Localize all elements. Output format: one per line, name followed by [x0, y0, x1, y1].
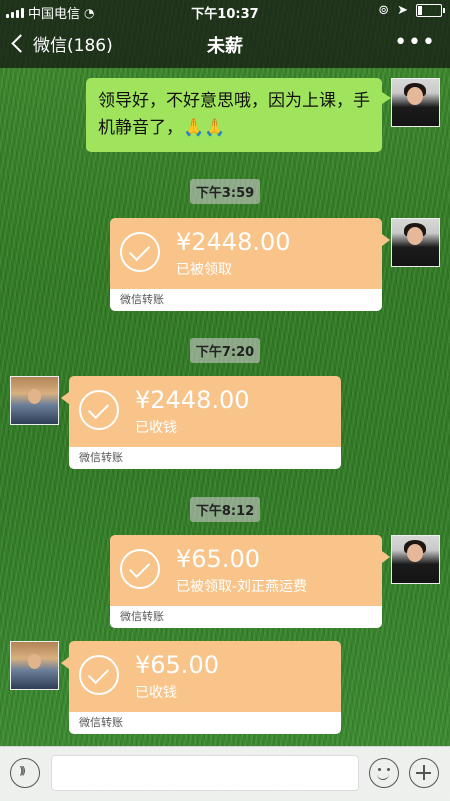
nav-bar: 微信(186) 未薪 •••	[0, 22, 450, 68]
transfer-card[interactable]: ¥2448.00 已收钱 微信转账	[61, 376, 341, 469]
transfer-amount: ¥2448.00	[176, 228, 291, 256]
input-bar	[0, 746, 450, 801]
message-input[interactable]	[51, 755, 359, 791]
top-bar: 中国电信 ◔ 下午10:37 ⊚ ➤ 微信(186) 未薪 •••	[0, 0, 450, 68]
transfer-status: 已收钱	[135, 685, 177, 701]
check-circle-icon	[120, 549, 160, 589]
transfer-card[interactable]: ¥65.00 已被领取-刘正燕运费 微信转账	[110, 535, 390, 628]
battery-fill	[418, 6, 422, 15]
transfer-amount: ¥65.00	[176, 545, 260, 573]
check-circle-icon	[79, 655, 119, 695]
transfer-card[interactable]: ¥2448.00 已被领取 微信转账	[110, 218, 390, 311]
voice-icon[interactable]	[10, 758, 40, 788]
transfer-footer: 微信转账	[69, 712, 341, 734]
transfer-card[interactable]: ¥65.00 已收钱 微信转账	[61, 641, 341, 734]
transfer-footer: 微信转账	[110, 606, 382, 628]
transfer-status: 已收钱	[135, 420, 177, 436]
avatar-self[interactable]	[391, 218, 440, 267]
check-circle-icon	[79, 390, 119, 430]
transfer-amount: ¥65.00	[135, 651, 219, 679]
emoji-icon[interactable]	[369, 758, 399, 788]
transfer-status: 已被领取-刘正燕运费	[176, 579, 308, 595]
rotation-lock-icon: ⊚	[378, 3, 390, 18]
battery-icon	[416, 4, 445, 17]
transfer-amount: ¥2448.00	[135, 386, 250, 414]
transfer-status: 已被领取	[176, 262, 232, 278]
check-circle-icon	[120, 232, 160, 272]
timestamp: 下午7:20	[0, 338, 450, 363]
avatar-self[interactable]	[391, 78, 440, 127]
avatar-other[interactable]	[10, 376, 59, 425]
more-icon[interactable]: •••	[394, 30, 436, 55]
plus-icon[interactable]	[409, 758, 439, 788]
status-bar: 中国电信 ◔ 下午10:37 ⊚ ➤	[0, 0, 450, 22]
avatar-self[interactable]	[391, 535, 440, 584]
timestamp: 下午8:12	[0, 497, 450, 522]
transfer-footer: 微信转账	[110, 289, 382, 311]
chat-title: 未薪	[207, 36, 243, 57]
message-text: 领导好，不好意思哦，因为上课，手机静音了，🙏🙏	[98, 91, 370, 138]
transfer-footer: 微信转账	[69, 447, 341, 469]
text-message[interactable]: 领导好，不好意思哦，因为上课，手机静音了，🙏🙏	[86, 78, 391, 152]
avatar-other[interactable]	[10, 641, 59, 690]
timestamp: 下午3:59	[0, 179, 450, 204]
location-icon: ➤	[397, 3, 408, 18]
